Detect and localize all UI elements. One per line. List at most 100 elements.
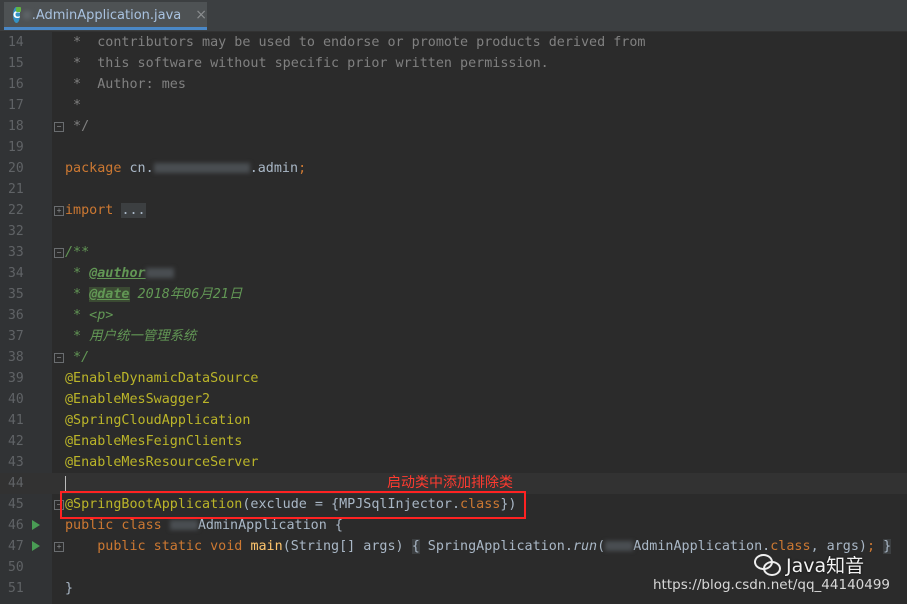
code-token: @author (89, 266, 146, 281)
text-cursor (65, 475, 66, 491)
watermark-brand: Java知音 (754, 551, 864, 578)
code-line[interactable]: 40 @EnableMesSwagger2 (0, 389, 907, 410)
code-token: package (65, 161, 130, 176)
code-token: (String[] args) (282, 539, 412, 554)
code-token: * <p> (65, 308, 114, 323)
code-line[interactable]: 19 (0, 137, 907, 158)
collapse-fold-icon[interactable]: − (54, 122, 64, 132)
code-token: import (65, 203, 122, 218)
tab-admin-application[interactable]: C .AdminApplication.java × (4, 2, 207, 30)
code-token: * Author: mes (65, 77, 186, 92)
code-line[interactable]: 14 * contributors may be used to endorse… (0, 32, 907, 53)
line-number: 42 (8, 434, 24, 449)
line-number: 40 (8, 392, 24, 407)
redacted-text (145, 268, 174, 278)
annotation-note: 启动类中添加排除类 (387, 475, 513, 491)
code-token: @EnableMesSwagger2 (65, 392, 211, 407)
code-line[interactable]: 18 − */ (0, 116, 907, 137)
java-class-icon: C (13, 7, 22, 23)
code-line[interactable]: 35 * @date 2018年06月21日 (0, 284, 907, 305)
code-line[interactable]: 36 * <p> (0, 305, 907, 326)
code-text: @EnableMesSwagger2 (65, 389, 210, 410)
code-token: run (572, 539, 598, 554)
code-token: ; (298, 161, 307, 176)
redacted-text (605, 541, 634, 551)
watermark-url: https://blog.csdn.net/qq_44140499 (653, 577, 891, 593)
code-token: { (411, 539, 420, 554)
tab-label: .AdminApplication.java (31, 7, 182, 23)
line-number: 15 (8, 56, 24, 71)
code-text: package cn. .admin; (65, 158, 306, 179)
line-number: 21 (8, 182, 24, 197)
code-line[interactable]: 43 @EnableMesResourceServer (0, 452, 907, 473)
line-number: 20 (8, 161, 24, 176)
code-text: * @author (65, 263, 174, 284)
code-line[interactable]: 32 (0, 221, 907, 242)
code-line[interactable]: 33 −/** (0, 242, 907, 263)
code-text: * contributors may be used to endorse or… (65, 32, 645, 53)
line-number: 33 (8, 245, 24, 260)
line-number: 17 (8, 98, 24, 113)
code-token: ... (121, 203, 146, 218)
code-token: @date (89, 287, 130, 302)
code-token: .admin (249, 161, 299, 176)
code-text: @EnableMesFeignClients (65, 431, 242, 452)
code-token: cn. (129, 161, 154, 176)
code-line[interactable]: 20 package cn. .admin; (0, 158, 907, 179)
code-line[interactable]: 41 @SpringCloudApplication (0, 410, 907, 431)
line-number: 41 (8, 413, 24, 428)
collapse-fold-icon[interactable]: − (54, 248, 64, 258)
line-number: 18 (8, 119, 24, 134)
code-line[interactable]: 16 * Author: mes (0, 74, 907, 95)
line-number: 16 (8, 77, 24, 92)
line-number: 44 (8, 476, 24, 491)
code-token: @EnableMesResourceServer (65, 455, 259, 470)
code-token: */ (65, 350, 90, 365)
run-icon[interactable] (32, 541, 40, 551)
expand-fold-icon[interactable]: + (54, 542, 64, 552)
code-token: * (65, 98, 82, 113)
line-number: 35 (8, 287, 24, 302)
code-token: main (250, 539, 283, 554)
close-icon[interactable]: × (195, 7, 207, 23)
code-line[interactable]: 22 + import ... (0, 200, 907, 221)
code-text: @EnableMesResourceServer (65, 452, 258, 473)
code-text: * 用户统一管理系统 (65, 326, 196, 347)
code-token: */ (65, 119, 90, 134)
code-text: */ (65, 116, 89, 137)
code-text: @SpringCloudApplication (65, 410, 250, 431)
code-token: } (883, 539, 892, 554)
code-token: * (65, 266, 90, 281)
line-number: 37 (8, 329, 24, 344)
line-number: 45 (8, 497, 24, 512)
code-token: public class (65, 518, 170, 533)
code-line[interactable]: 37 * 用户统一管理系统 (0, 326, 907, 347)
code-text: import ... (65, 200, 146, 221)
code-line[interactable]: 17 * (0, 95, 907, 116)
code-line[interactable]: 39 @EnableDynamicDataSource (0, 368, 907, 389)
code-token: * this software without specific prior w… (65, 56, 549, 71)
code-token: * 用户统一管理系统 (65, 329, 197, 344)
line-number: 46 (8, 518, 24, 533)
expand-fold-icon[interactable]: + (54, 206, 64, 216)
code-text: * this software without specific prior w… (65, 53, 549, 74)
code-line[interactable]: 15 * this software without specific prio… (0, 53, 907, 74)
line-number: 50 (8, 560, 24, 575)
code-token: /** (65, 245, 90, 260)
code-line[interactable]: 42 @EnableMesFeignClients (0, 431, 907, 452)
code-token: AdminApplication { (197, 518, 343, 533)
code-line[interactable]: 21 (0, 179, 907, 200)
code-line[interactable]: 38 − */ (0, 347, 907, 368)
line-number: 39 (8, 371, 24, 386)
watermark-brand-text: Java知音 (786, 555, 865, 577)
code-line[interactable]: 34 * @author (0, 263, 907, 284)
line-number: 38 (8, 350, 24, 365)
code-token: ( (597, 539, 606, 554)
code-token: * (65, 287, 90, 302)
collapse-fold-icon[interactable]: − (54, 353, 64, 363)
run-icon[interactable] (32, 520, 40, 530)
line-number: 36 (8, 308, 24, 323)
redacted-text (153, 163, 250, 173)
